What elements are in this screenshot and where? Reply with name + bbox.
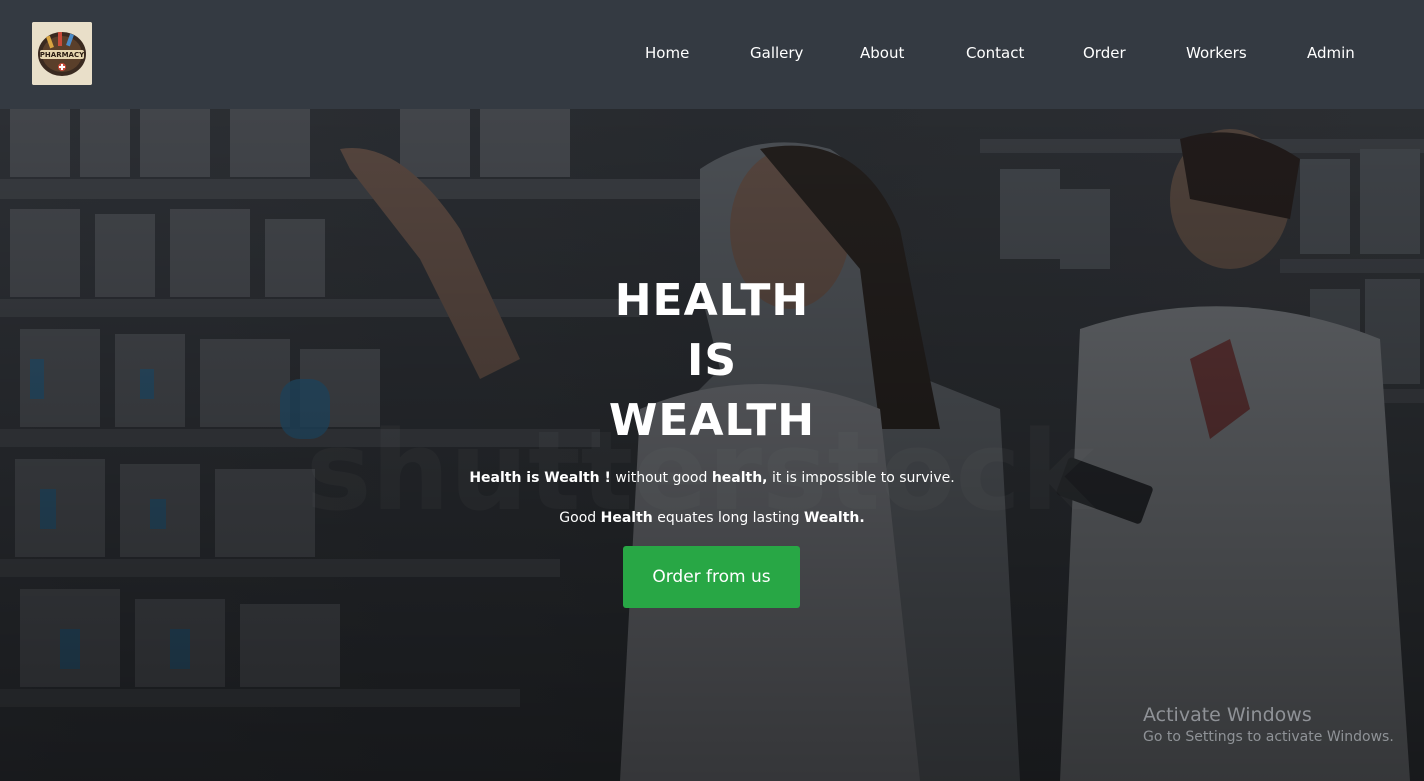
- nav-admin-link[interactable]: Admin: [1307, 44, 1355, 62]
- tagline-1-bold-2: health,: [711, 470, 768, 486]
- tagline-2-bold-2: Wealth.: [804, 510, 865, 526]
- hero-headline-line-3: WEALTH: [608, 395, 816, 446]
- tagline-2-text-2: equates long lasting: [652, 510, 805, 526]
- activate-windows-subtitle: Go to Settings to activate Windows.: [1143, 729, 1394, 745]
- hero-headline-line-1: HEALTH: [614, 275, 810, 326]
- order-from-us-button[interactable]: Order from us: [623, 546, 800, 608]
- pharmacy-logo-icon[interactable]: PHARMACY: [32, 22, 92, 85]
- tagline-1-bold-1: Health is Wealth !: [469, 470, 611, 486]
- nav-contact-link[interactable]: Contact: [966, 44, 1024, 62]
- nav-gallery-link[interactable]: Gallery: [750, 44, 803, 62]
- hero-tagline-2: Good Health equates long lasting Wealth.: [0, 510, 1424, 526]
- nav-order-link[interactable]: Order: [1083, 44, 1126, 62]
- nav-workers-link[interactable]: Workers: [1186, 44, 1247, 62]
- nav-home-link[interactable]: Home: [645, 44, 689, 62]
- svg-text:PHARMACY: PHARMACY: [40, 51, 85, 59]
- tagline-2-bold-1: Health: [600, 510, 653, 526]
- nav-about-link[interactable]: About: [860, 44, 904, 62]
- tagline-1-text-2: it is impossible to survive.: [767, 470, 955, 486]
- hero-section: shutterstock HEALTH IS WEALTH Health is …: [0, 109, 1424, 781]
- activate-windows-title: Activate Windows: [1143, 704, 1312, 726]
- navbar: PHARMACY Home Gallery About Contact Orde…: [0, 0, 1424, 109]
- tagline-2-text-1: Good: [559, 510, 601, 526]
- hero-headline-line-2: IS: [686, 335, 738, 386]
- tagline-1-text-1: without good: [610, 470, 712, 486]
- hero-tagline-1: Health is Wealth ! without good health, …: [0, 470, 1424, 486]
